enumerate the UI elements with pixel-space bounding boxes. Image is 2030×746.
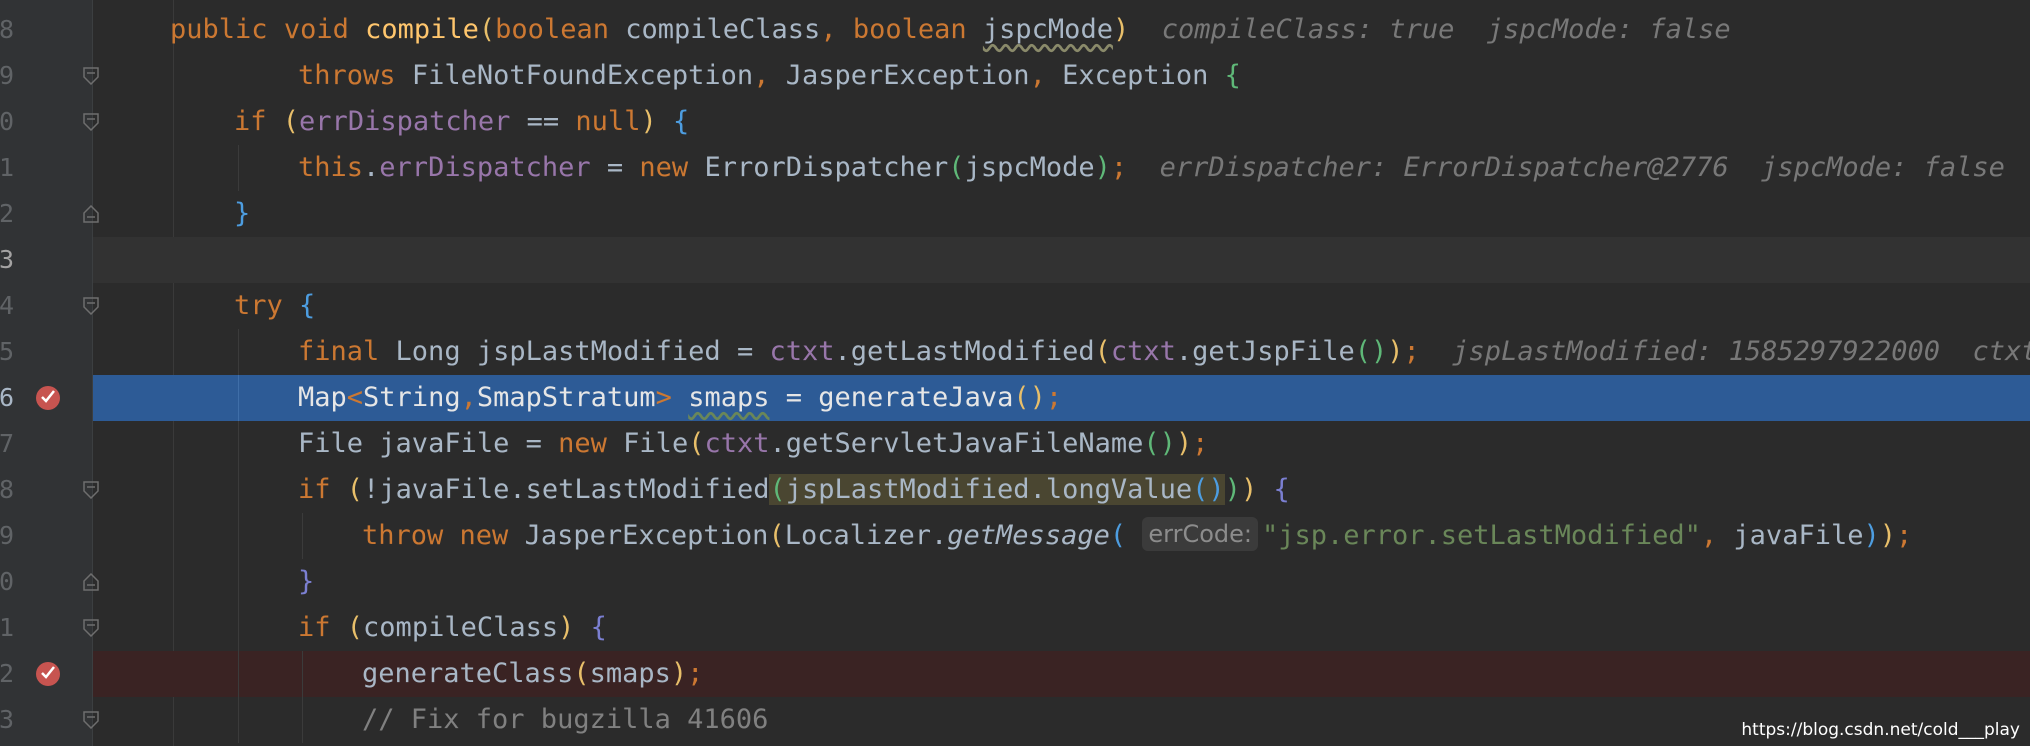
code-editor[interactable]: 8 public void compile(boolean compileCla…	[0, 0, 2030, 746]
line-number: 3	[0, 245, 14, 274]
fold-open-icon[interactable]	[83, 619, 99, 637]
line-number: 8	[0, 15, 14, 44]
fold-open-icon[interactable]	[83, 481, 99, 499]
line-number: 8	[0, 475, 14, 504]
code-text: throw new JasperException(Localizer.getM…	[362, 513, 1912, 559]
line-number: 9	[0, 521, 14, 550]
fold-close-icon[interactable]	[83, 205, 99, 223]
parameter-hint: errCode:	[1142, 517, 1258, 551]
line-number: 0	[0, 107, 14, 136]
line-number: 1	[0, 153, 14, 182]
code-line[interactable]: 8 if (!javaFile.setLastModified(jspLastM…	[0, 467, 2030, 513]
code-text: }	[234, 198, 251, 229]
line-number: 2	[0, 659, 14, 688]
fold-open-icon[interactable]	[83, 113, 99, 131]
code-line[interactable]: 0 }	[0, 559, 2030, 605]
code-line[interactable]: 5 final Long jspLastModified = ctxt.getL…	[0, 329, 2030, 375]
line-number: 7	[0, 429, 14, 458]
line-number: 4	[0, 291, 14, 320]
code-text: final Long jspLastModified = ctxt.getLas…	[298, 329, 2030, 375]
code-line[interactable]: 3 // Fix for bugzilla 41606	[0, 697, 2030, 743]
inline-debug-hint: errDispatcher: ErrorDispatcher@2776 jspc…	[1159, 152, 2005, 183]
breakpoint-verified-icon[interactable]	[35, 385, 61, 411]
code-text: public void compile(boolean compileClass…	[170, 14, 1731, 45]
fold-open-icon[interactable]	[83, 711, 99, 729]
watermark-url: https://blog.csdn.net/cold___play	[1741, 720, 2020, 740]
inline-debug-hint: compileClass: true jspcMode: false	[1161, 14, 1731, 45]
fold-close-icon[interactable]	[83, 573, 99, 591]
code-text: if (errDispatcher == null) {	[234, 106, 690, 137]
code-text: Map<String,SmapStratum> smaps = generate…	[298, 382, 1063, 413]
code-line[interactable]: 1 if (compileClass) {	[0, 605, 2030, 651]
code-text: try {	[234, 290, 316, 321]
code-text: if (compileClass) {	[298, 612, 607, 643]
line-number: 1	[0, 613, 14, 642]
code-line[interactable]: 4 try {	[0, 283, 2030, 329]
code-line[interactable]: 9 throw new JasperException(Localizer.ge…	[0, 513, 2030, 559]
line-number: 0	[0, 567, 14, 596]
code-line[interactable]: 2 }	[0, 191, 2030, 237]
code-line[interactable]: 8 public void compile(boolean compileCla…	[0, 7, 2030, 53]
line-number: 9	[0, 61, 14, 90]
code-line-execution-point[interactable]: 6 Map<String,SmapStratum> smaps = genera…	[0, 375, 2030, 421]
code-line[interactable]: 9 throws FileNotFoundException, JasperEx…	[0, 53, 2030, 99]
code-text: generateClass(smaps);	[362, 658, 704, 689]
code-text: File javaFile = new File(ctxt.getServlet…	[298, 428, 1209, 459]
line-number: 3	[0, 705, 14, 734]
line-number: 5	[0, 337, 14, 366]
fold-open-icon[interactable]	[83, 67, 99, 85]
code-line-current[interactable]: 3	[0, 237, 2030, 283]
code-line[interactable]: 1 this.errDispatcher = new ErrorDispatch…	[0, 145, 2030, 191]
code-line[interactable]: 0 if (errDispatcher == null) {	[0, 99, 2030, 145]
code-text: this.errDispatcher = new ErrorDispatcher…	[298, 152, 2005, 183]
inline-debug-hint: jspLastModified: 1585297922000 ctxt:	[1452, 336, 2030, 367]
code-line[interactable]: 7 File javaFile = new File(ctxt.getServl…	[0, 421, 2030, 467]
code-text: // Fix for bugzilla 41606	[362, 704, 769, 735]
code-text: if (!javaFile.setLastModified(jspLastMod…	[298, 474, 1290, 505]
code-line-breakpoint[interactable]: 2 generateClass(smaps);	[0, 651, 2030, 697]
fold-open-icon[interactable]	[83, 297, 99, 315]
code-text: throws FileNotFoundException, JasperExce…	[298, 60, 1241, 91]
line-number: 2	[0, 199, 14, 228]
line-number: 6	[0, 383, 14, 412]
code-text: }	[298, 566, 315, 597]
breakpoint-verified-icon[interactable]	[35, 661, 61, 687]
